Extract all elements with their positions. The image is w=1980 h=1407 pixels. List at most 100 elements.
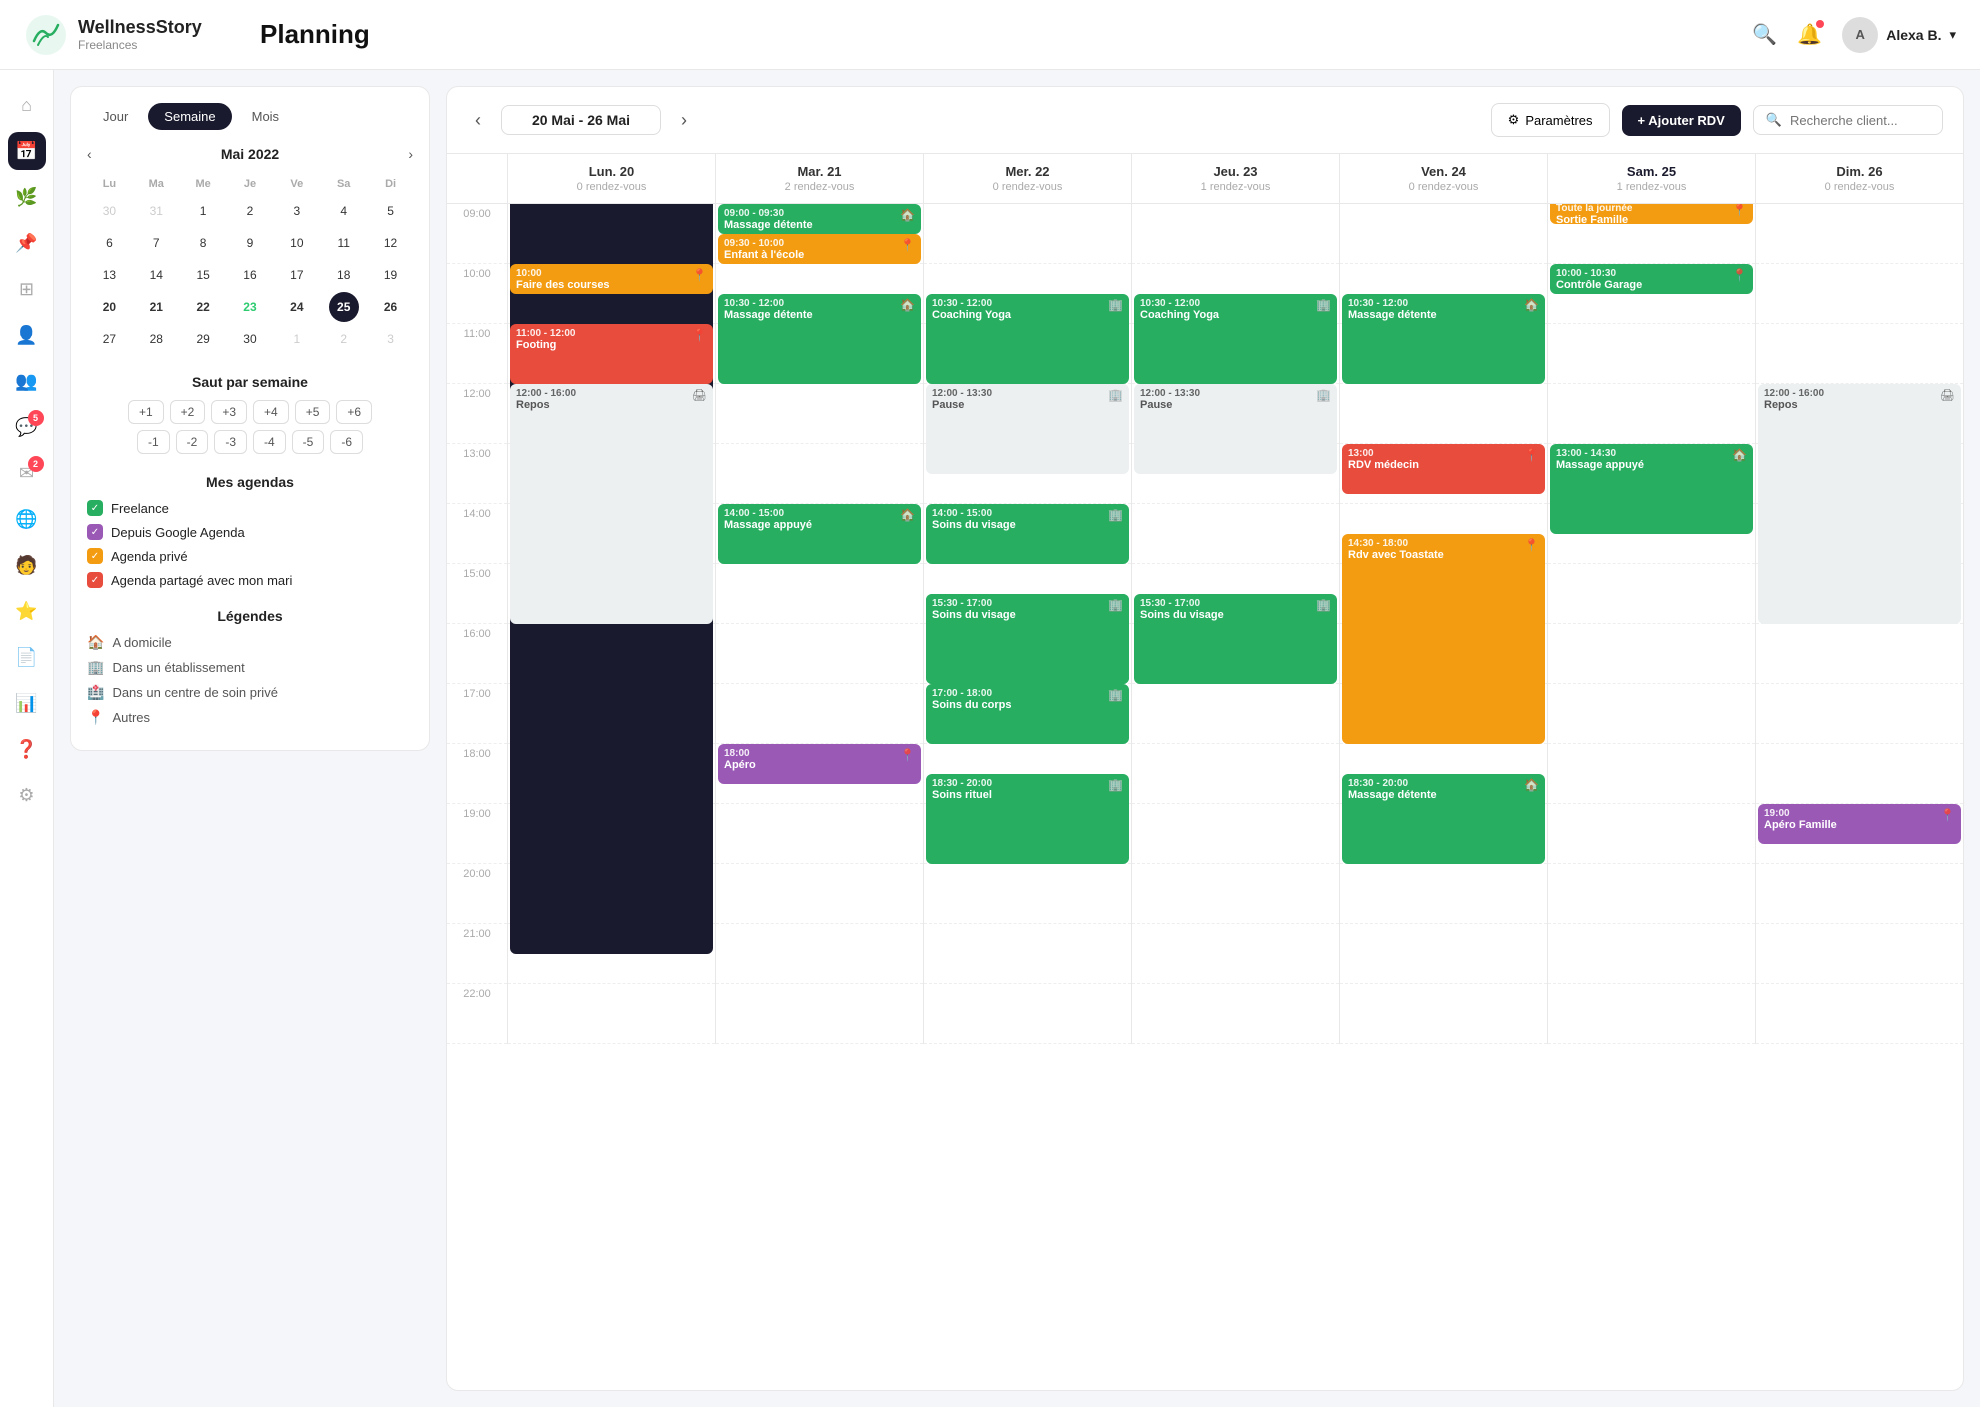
event-e6[interactable]: 📍 09:30 - 10:00 Enfant à l'école <box>718 234 921 264</box>
mini-cal-day[interactable]: 3 <box>282 196 312 226</box>
mini-cal-day[interactable]: 14 <box>141 260 171 290</box>
mini-cal-day[interactable]: 4 <box>329 196 359 226</box>
event-e7[interactable]: 🏠 10:30 - 12:00 Massage détente <box>718 294 921 384</box>
event-e20[interactable]: 🏢 15:30 - 17:00 Soins du visage <box>1134 594 1337 684</box>
event-e5[interactable]: 🏠 09:00 - 09:30 Massage détente <box>718 204 921 234</box>
jump-btn--4[interactable]: -4 <box>253 430 286 454</box>
sidebar-icon-star[interactable]: ⭐ <box>8 592 46 630</box>
mini-cal-day[interactable]: 31 <box>141 196 171 226</box>
event-e14[interactable]: 🏢 15:30 - 17:00 Soins du visage <box>926 594 1129 684</box>
jump-btn--2[interactable]: -2 <box>176 430 209 454</box>
event-e30[interactable]: 📍 19:00 Apéro Famille <box>1758 804 1961 844</box>
sidebar-icon-home[interactable]: ⌂ <box>8 86 46 124</box>
event-e11[interactable]: 🏢 12:00 - 13:30 Pause <box>926 384 1129 474</box>
agenda-item[interactable]: ✓ Depuis Google Agenda <box>87 524 413 540</box>
sidebar-icon-help[interactable]: ❓ <box>8 730 46 768</box>
jump-btn-+6[interactable]: +6 <box>336 400 372 424</box>
cal-grid-container[interactable]: Lun. 20 0 rendez-vous Mar. 21 2 rendez-v… <box>447 154 1963 1044</box>
mini-cal-day[interactable]: 7 <box>141 228 171 258</box>
jump-btn-+1[interactable]: +1 <box>128 400 164 424</box>
view-btn-jour[interactable]: Jour <box>87 103 144 130</box>
event-e12[interactable]: 🏢 14:00 - 15:00 Soins du visage <box>926 504 1129 564</box>
mini-cal-day[interactable]: 21 <box>141 292 171 322</box>
event-e28[interactable]: 🏠 13:00 - 14:30 Massage appuyé <box>1550 444 1753 534</box>
event-e27[interactable]: 📍 10:00 - 10:30 Contrôle Garage <box>1550 264 1753 294</box>
agenda-item[interactable]: ✓ Agenda privé <box>87 548 413 564</box>
mini-cal-day[interactable]: 24 <box>282 292 312 322</box>
prev-week-btn[interactable]: ‹ <box>467 106 489 135</box>
mini-cal-day[interactable]: 19 <box>376 260 406 290</box>
mini-cal-day[interactable]: 15 <box>188 260 218 290</box>
event-e10[interactable]: 🏢 10:30 - 12:00 Coaching Yoga <box>926 294 1129 384</box>
view-btn-semaine[interactable]: Semaine <box>148 103 231 130</box>
event-e15[interactable]: 🏢 17:00 - 18:00 Soins du corps <box>926 684 1129 744</box>
mini-cal-day[interactable]: 30 <box>94 196 124 226</box>
mini-cal-day[interactable]: 25 <box>329 292 359 322</box>
sidebar-icon-settings[interactable]: ⚙ <box>8 776 46 814</box>
jump-btn--3[interactable]: -3 <box>214 430 247 454</box>
event-e18[interactable]: 🏢 10:30 - 12:00 Coaching Yoga <box>1134 294 1337 384</box>
mini-cal-day[interactable]: 29 <box>188 324 218 354</box>
notification-btn[interactable]: 🔔 <box>1797 22 1822 47</box>
mini-cal-day[interactable]: 26 <box>376 292 406 322</box>
search-input[interactable] <box>1790 113 1930 128</box>
next-week-btn[interactable]: › <box>673 106 695 135</box>
user-area[interactable]: A Alexa B. ▾ <box>1842 17 1956 53</box>
mini-cal-day[interactable]: 28 <box>141 324 171 354</box>
sidebar-icon-person[interactable]: 🧑 <box>8 546 46 584</box>
mini-cal-day[interactable]: 17 <box>282 260 312 290</box>
sidebar-icon-leaf[interactable]: 🌿 <box>8 178 46 216</box>
jump-btn--1[interactable]: -1 <box>137 430 170 454</box>
sidebar-icon-user[interactable]: 👤 <box>8 316 46 354</box>
jump-btn-+3[interactable]: +3 <box>211 400 247 424</box>
mini-cal-day[interactable]: 10 <box>282 228 312 258</box>
event-e4[interactable]: 📍 11:00 - 12:00 Footing <box>510 324 713 384</box>
view-btn-mois[interactable]: Mois <box>236 103 295 130</box>
mini-cal-day[interactable]: 11 <box>329 228 359 258</box>
sidebar-icon-mail[interactable]: ✉2 <box>8 454 46 492</box>
mini-cal-day[interactable]: 30 <box>235 324 265 354</box>
event-e2[interactable]: 📍 10:00 Faire des courses <box>510 264 713 294</box>
agenda-item[interactable]: ✓ Freelance <box>87 500 413 516</box>
mini-cal-day[interactable]: 20 <box>94 292 124 322</box>
mini-cal-day[interactable]: 12 <box>376 228 406 258</box>
sidebar-icon-doc[interactable]: 📄 <box>8 638 46 676</box>
params-btn[interactable]: ⚙ Paramètres <box>1491 103 1610 137</box>
event-e29[interactable]: 🖨 12:00 - 16:00 Repos <box>1758 384 1961 624</box>
event-e23[interactable]: 📍 14:30 - 18:00 Rdv avec Toastate <box>1342 534 1545 744</box>
event-e22[interactable]: 📍 13:00 RDV médecin <box>1342 444 1545 494</box>
mini-cal-day[interactable]: 16 <box>235 260 265 290</box>
mini-cal-day[interactable]: 2 <box>329 324 359 354</box>
jump-btn-+2[interactable]: +2 <box>170 400 206 424</box>
sidebar-icon-chart[interactable]: 📊 <box>8 684 46 722</box>
sidebar-icon-pin[interactable]: 📌 <box>8 224 46 262</box>
mini-cal-day[interactable]: 8 <box>188 228 218 258</box>
mini-cal-day[interactable]: 1 <box>188 196 218 226</box>
sidebar-icon-chat[interactable]: 💬5 <box>8 408 46 446</box>
event-e9[interactable]: 📍 18:00 Apéro <box>718 744 921 784</box>
mini-cal-day[interactable]: 2 <box>235 196 265 226</box>
event-e21[interactable]: 🏠 10:30 - 12:00 Massage détente <box>1342 294 1545 384</box>
add-rdv-btn[interactable]: + Ajouter RDV <box>1622 105 1741 136</box>
sidebar-icon-calendar[interactable]: 📅 <box>8 132 46 170</box>
sidebar-icon-team[interactable]: 👥 <box>8 362 46 400</box>
jump-btn-+5[interactable]: +5 <box>295 400 331 424</box>
event-e8[interactable]: 🏠 14:00 - 15:00 Massage appuyé <box>718 504 921 564</box>
mini-cal-day[interactable]: 9 <box>235 228 265 258</box>
mini-cal-day[interactable]: 27 <box>94 324 124 354</box>
prev-month-btn[interactable]: ‹ <box>87 146 92 162</box>
mini-cal-day[interactable]: 23 <box>235 292 265 322</box>
mini-cal-day[interactable]: 18 <box>329 260 359 290</box>
sidebar-icon-grid[interactable]: ⊞ <box>8 270 46 308</box>
agenda-item[interactable]: ✓ Agenda partagé avec mon mari <box>87 572 413 588</box>
mini-cal-day[interactable]: 5 <box>376 196 406 226</box>
mini-cal-day[interactable]: 13 <box>94 260 124 290</box>
event-e24[interactable]: 🏠 18:30 - 20:00 Massage détente <box>1342 774 1545 864</box>
jump-btn-+4[interactable]: +4 <box>253 400 289 424</box>
sidebar-icon-globe[interactable]: 🌐 <box>8 500 46 538</box>
search-icon-btn[interactable]: 🔍 <box>1752 22 1777 47</box>
mini-cal-day[interactable]: 6 <box>94 228 124 258</box>
mini-cal-day[interactable]: 3 <box>376 324 406 354</box>
event-e3[interactable]: 🖨 12:00 - 16:00 Repos <box>510 384 713 624</box>
next-month-btn[interactable]: › <box>408 146 413 162</box>
